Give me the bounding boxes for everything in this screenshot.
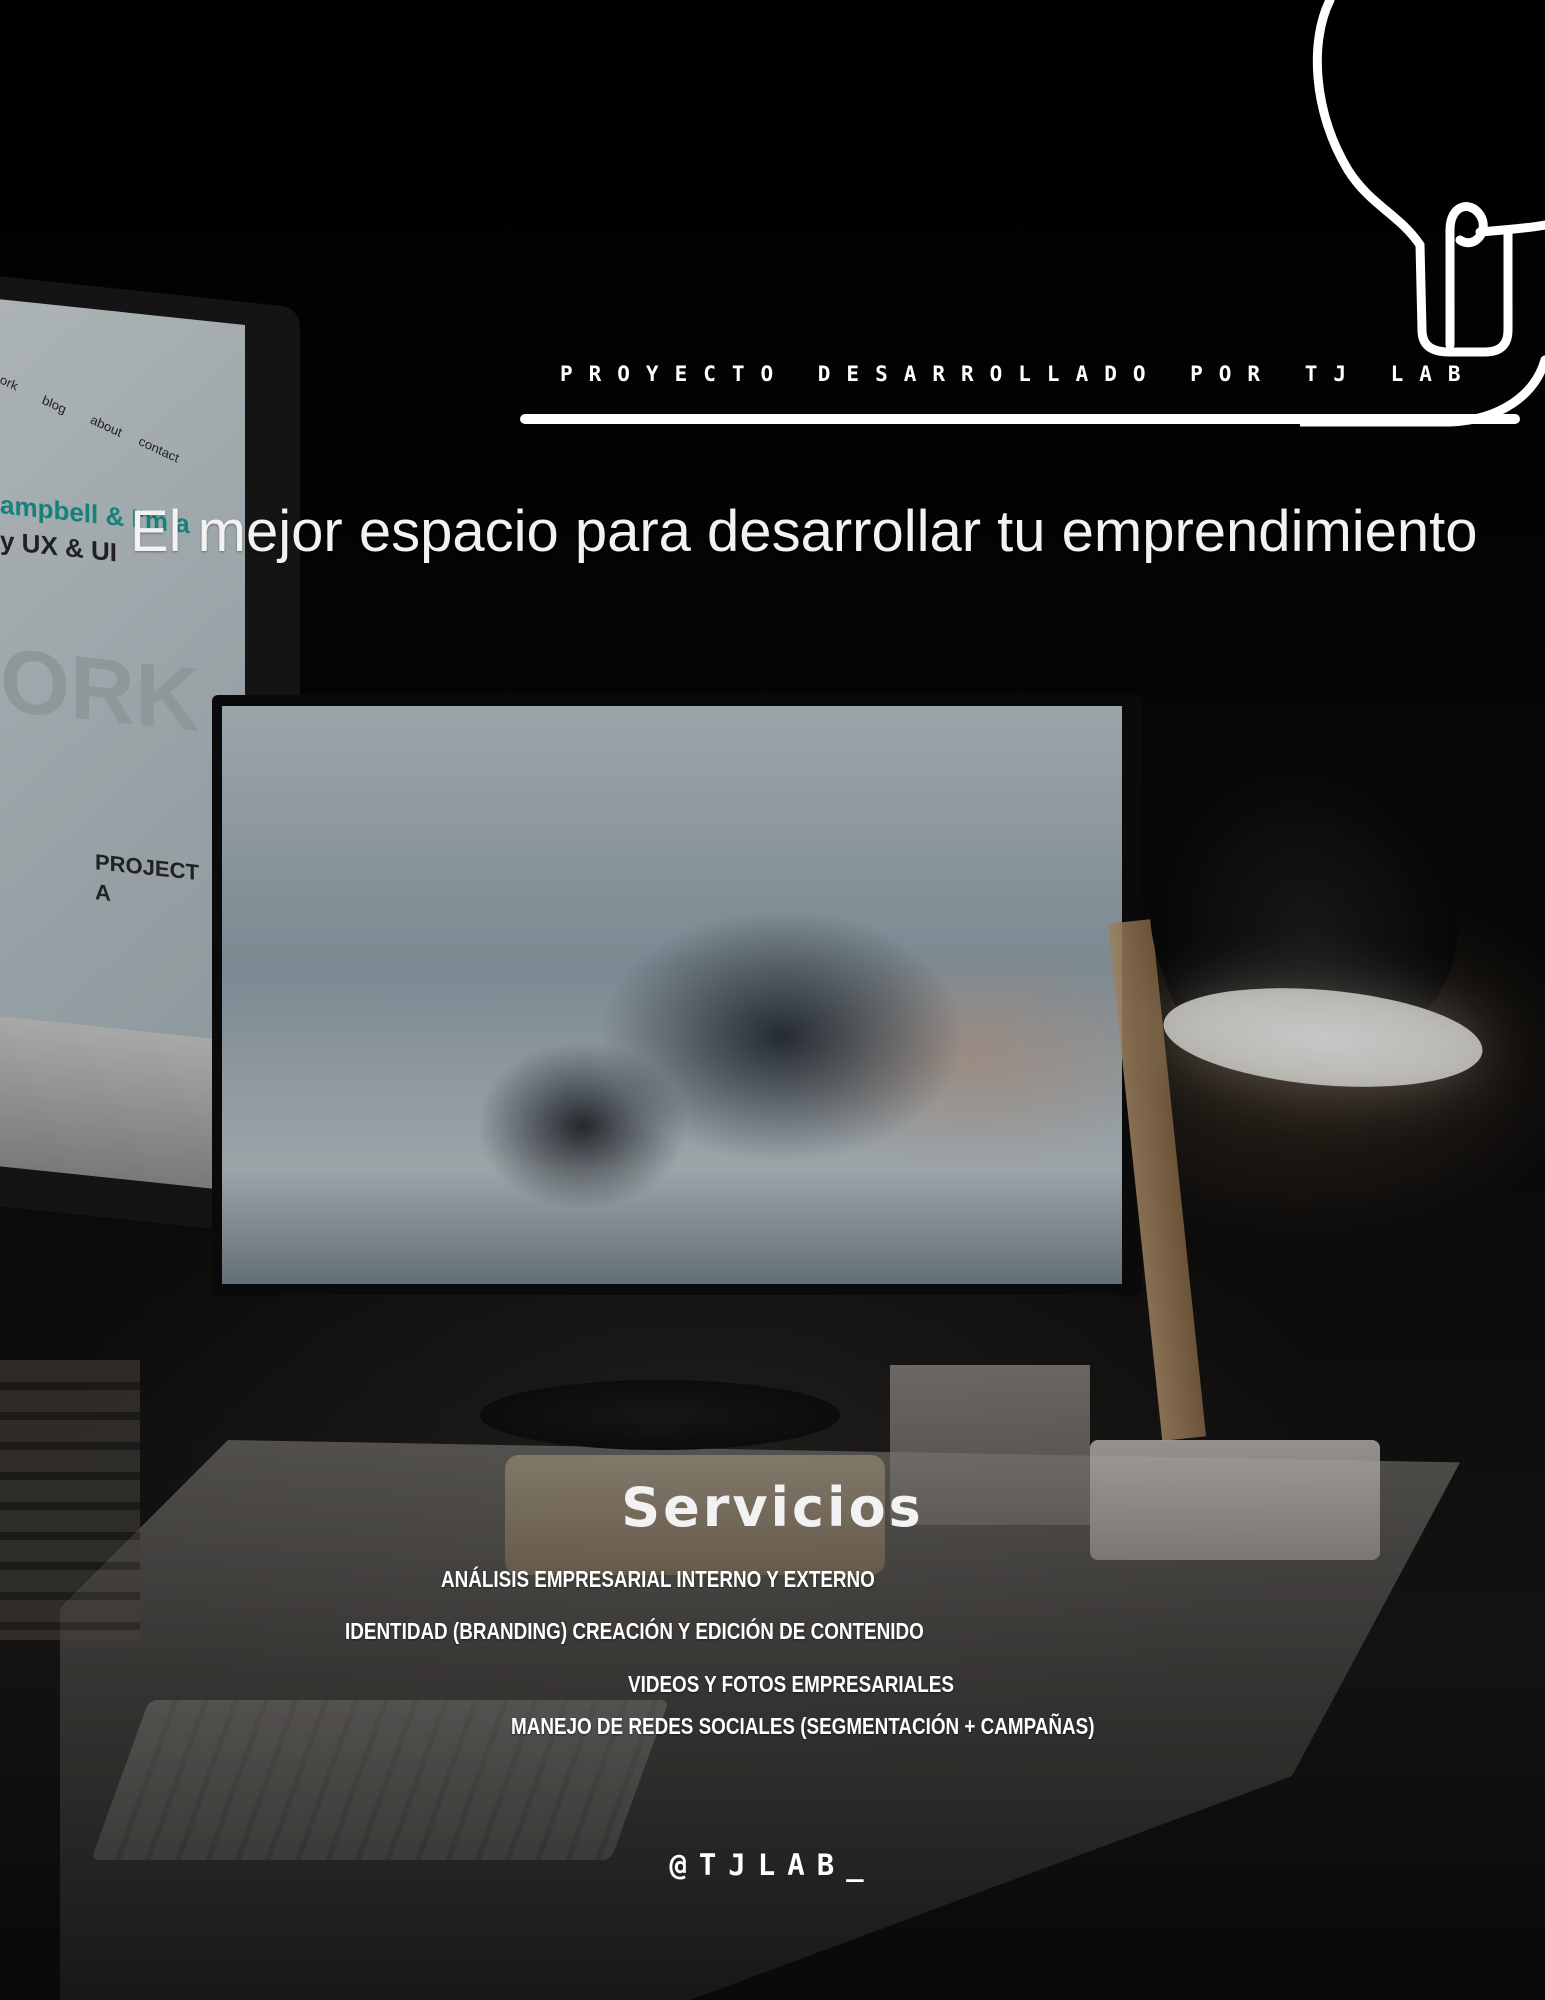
services-title: Servicios <box>621 1476 924 1539</box>
header-underline <box>520 414 1520 424</box>
poster: ork blog about contact ampbell & I'm a y… <box>0 0 1545 2000</box>
service-item: VIDEOS Y FOTOS EMPRESARIALES <box>628 1671 954 1697</box>
project-credit: PROYECTO DESARROLLADO POR TJ LAB <box>560 362 1477 386</box>
service-item: MANEJO DE REDES SOCIALES (SEGMENTACIÓN +… <box>511 1713 1095 1739</box>
social-handle: @TJLAB_ <box>669 1848 876 1882</box>
service-item: IDENTIDAD (BRANDING) CREACIÓN Y EDICIÓN … <box>345 1618 924 1644</box>
service-item: ANÁLISIS EMPRESARIAL INTERNO Y EXTERNO <box>441 1566 875 1592</box>
headline: El mejor espacio para desarrollar tu emp… <box>130 499 1478 564</box>
